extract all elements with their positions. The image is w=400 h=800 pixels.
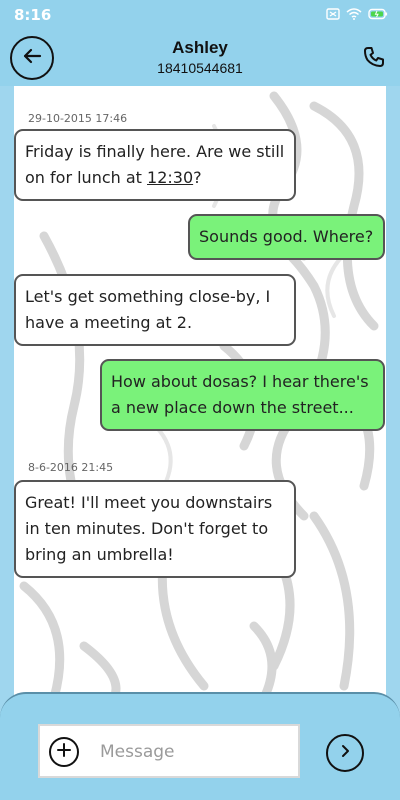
battery-icon (368, 7, 388, 25)
chevron-right-icon (337, 743, 353, 764)
sim-icon (326, 7, 340, 25)
status-bar: 8:16 (0, 0, 400, 28)
phone-icon (362, 47, 386, 73)
contact-phone: 18410544681 (157, 60, 243, 76)
status-time: 8:16 (14, 6, 52, 24)
message-input[interactable] (100, 738, 290, 766)
attach-button[interactable] (49, 737, 79, 767)
message-list[interactable]: 29-10-2015 17:46 Friday is finally here.… (14, 86, 386, 698)
conversation-header: Ashley 18410544681 (0, 28, 400, 86)
time-link[interactable]: 12:30 (147, 168, 193, 187)
composer-panel (0, 692, 400, 800)
outgoing-message[interactable]: How about dosas? I hear there's a new pl… (100, 359, 385, 431)
status-icons (326, 7, 388, 25)
incoming-message[interactable]: Great! I'll meet you downstairs in ten m… (14, 480, 296, 578)
message-timestamp: 8-6-2016 21:45 (28, 461, 114, 474)
message-input-box (38, 724, 300, 778)
call-button[interactable] (362, 45, 386, 69)
outgoing-message[interactable]: Sounds good. Where? (188, 214, 385, 260)
plus-icon (56, 742, 72, 763)
contact-name: Ashley (172, 38, 228, 57)
incoming-message[interactable]: Let's get something close-by, I have a m… (14, 274, 296, 346)
message-text-end: ? (193, 168, 202, 187)
wifi-icon (346, 7, 362, 25)
incoming-message[interactable]: Friday is finally here. Are we still on … (14, 129, 296, 201)
send-button[interactable] (326, 734, 364, 772)
message-timestamp: 29-10-2015 17:46 (28, 112, 128, 125)
